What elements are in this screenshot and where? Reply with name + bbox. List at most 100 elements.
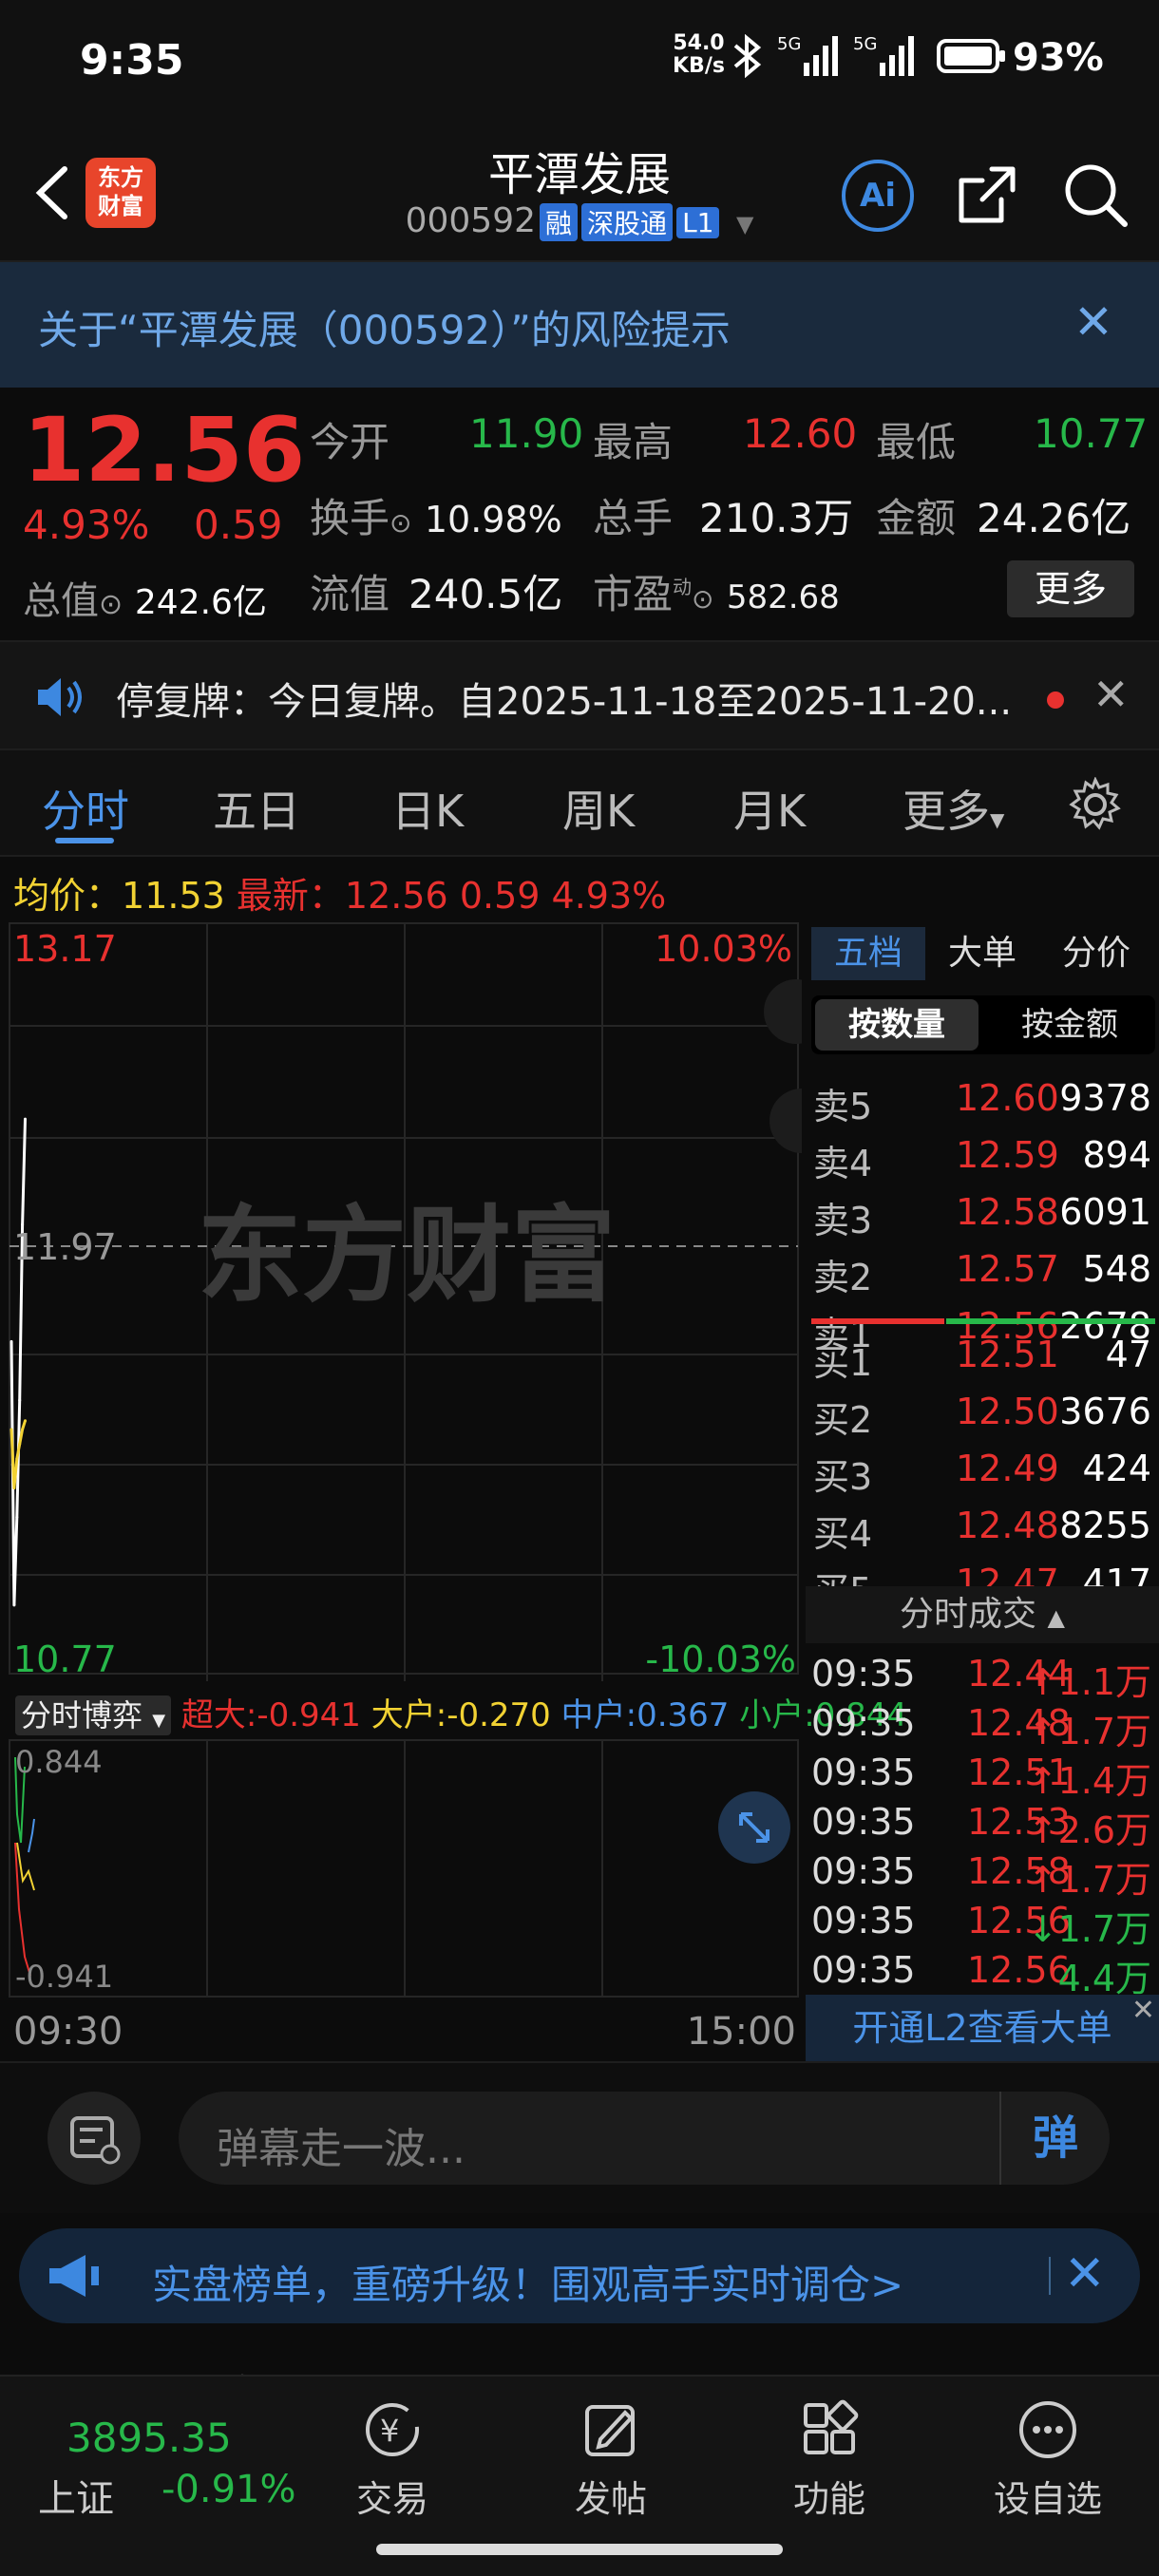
trades-header[interactable]: 分时成交 ▲ [806,1586,1159,1643]
flow-legend: 分时博弈 ▼ 超大:-0.941 大户:-0.270 中户:0.367 小户:0… [15,1689,907,1735]
danmaku-toggle-icon[interactable] [48,2092,141,2185]
flow-small-label: 小户: [739,1696,815,1734]
capital-flow-panel: 分时博弈 ▼ 超大:-0.941 大户:-0.270 中户:0.367 小户:0… [8,1681,907,2061]
trade-volume-value: 1.7万 [1057,1859,1151,1901]
bid-price: 12.49 [956,1448,1059,1489]
flow-xl-value: -0.941 [256,1696,361,1734]
flow-chart[interactable]: 0.844 -0.941 09:30 15:00 [8,1738,802,2061]
chart-control-dot [770,1089,834,1153]
turnover-value: 10.98% [424,499,562,540]
bid-row[interactable]: 买2 12.50 3676 [811,1391,1155,1441]
risk-warning-text[interactable]: 关于“平潭发展（000592）”的风险提示 [38,298,731,356]
index-percent: -0.91% [162,2468,296,2511]
notice-text[interactable]: 停复牌：今日复牌。自2025-11-18至2025-11-20... [116,671,1012,726]
tab-monthly-k[interactable]: 月K [733,777,806,840]
latest-percent: 4.93% [551,875,667,917]
bid-row[interactable]: 买4 12.48 8255 [811,1505,1155,1555]
close-icon[interactable]: ✕ [1092,671,1130,718]
trade-row: 09:35 12.53 ↑2.6万 [811,1801,1155,1851]
volume-value: 210.3万 [699,495,854,541]
ask-price: 12.58 [956,1191,1059,1233]
avg-point [24,1419,27,1423]
ask-row[interactable]: 卖4 12.59 894 [811,1134,1155,1184]
tab-order-book[interactable]: 五档 [811,927,925,980]
nav-post[interactable]: 发帖 [540,2399,682,2522]
quote-panel: 12.56 4.93% 0.59 总值⊙ 242.6亿 今开 11.90 最高 … [0,388,1159,640]
nav-add-watchlist[interactable]: 设自选 [977,2399,1119,2522]
bid-label: 买2 [813,1399,873,1441]
danmaku-input[interactable]: 弹幕走一波... 弹 [179,2092,1110,2185]
close-icon[interactable]: ✕ [1064,2247,1106,2301]
tab-five-day[interactable]: 五日 [213,777,300,840]
info-icon: ⊙ [99,588,124,621]
ai-assistant-icon[interactable]: Ai [842,160,914,232]
amount-value: 24.26亿 [977,495,1131,541]
tab-daily-k[interactable]: 日K [391,777,464,840]
nav-functions[interactable]: 功能 [758,2399,901,2522]
nav-trade-label: 交易 [355,2478,428,2520]
tab-weekly-k[interactable]: 周K [562,777,635,840]
notice-bar[interactable]: 停复牌：今日复牌。自2025-11-18至2025-11-20... ✕ [0,640,1159,750]
bid-price: 12.48 [956,1505,1059,1546]
pe-value: 582.68 [726,578,840,616]
trade-volume: ↓1.7万 [1028,1900,1151,1952]
stock-header: 东方财富 平潭发展 000592 融深股通 L1 ▼ Ai [0,123,1159,262]
trade-direction: ↑ [1027,1760,1058,1802]
tab-price-dist[interactable]: 分价 [1049,927,1144,980]
tab-big-orders[interactable]: 大单 [935,927,1030,980]
tab-more[interactable]: 更多▼ [902,777,1004,840]
network-speed-value: 54.0 [673,31,725,55]
l2-text[interactable]: 开通L2查看大单 [852,2007,1112,2049]
intraday-chart[interactable]: 东方财富 13.17 10.03% 11.97 10.77 -10.03% [8,921,834,1681]
trade-volume: ↑1.7万 [1028,1850,1151,1903]
price-point [12,1603,16,1607]
ask-row[interactable]: 卖3 12.58 6091 [811,1191,1155,1241]
close-icon[interactable]: ✕ [1131,1978,1155,2044]
flow-top-value: 0.844 [15,1744,103,1780]
chart-canvas[interactable]: 东方财富 13.17 10.03% 11.97 10.77 -10.03% [8,921,834,1681]
megaphone-icon [49,2255,99,2297]
grid-icon [804,2399,859,2454]
status-icons: 5G 5G [732,32,1007,80]
promo-text[interactable]: 实盘榜单，重磅升级！围观高手实时调仓> [152,2253,903,2311]
search-icon[interactable] [1062,161,1129,228]
nav-trade[interactable]: ¥ 交易 [321,2399,464,2522]
trade-direction: ↑ [1027,1809,1058,1851]
promo-banner[interactable]: 实盘榜单，重磅升级！围观高手实时调仓> ✕ [19,2228,1140,2323]
tab-intraday[interactable]: 分时 [42,777,129,840]
trade-volume-value: 1.7万 [1057,1908,1151,1950]
ask-price: 12.60 [956,1077,1059,1119]
index-value: 3895.35 [66,2415,232,2461]
index-ticker[interactable]: 3895.35 上证 -0.91% [38,2415,296,2538]
chart-control-dot [764,979,828,1044]
l2-banner[interactable]: 开通L2查看大单 ✕ [806,1994,1159,2061]
mode-by-quantity[interactable]: 按数量 [815,999,978,1051]
more-button[interactable]: 更多 [1007,560,1134,617]
ask-row[interactable]: 卖2 12.57 548 [811,1248,1155,1298]
ask-price: 12.59 [956,1134,1059,1176]
trade-volume-value: 2.6万 [1057,1809,1151,1851]
trade-row: 09:35 12.51 ↑1.4万 [811,1752,1155,1802]
flow-large-label: 大户: [370,1696,447,1734]
flow-selector[interactable]: 分时博弈 ▼ [15,1695,172,1735]
bid-ratio [946,1318,1155,1324]
share-icon[interactable] [954,161,1020,228]
gear-icon[interactable] [1068,777,1123,832]
bid-row[interactable]: 买3 12.49 424 [811,1448,1155,1498]
open-value: 11.90 [469,410,584,457]
battery-percent: 93% [1013,36,1104,80]
bid-price: 12.50 [956,1391,1059,1432]
close-icon[interactable]: ✕ [1074,298,1113,346]
ask-row[interactable]: 卖5 12.60 9378 [811,1077,1155,1127]
bid-row[interactable]: 买1 12.51 47 [811,1334,1155,1384]
mode-by-amount[interactable]: 按金额 [988,999,1151,1051]
trade-row: 09:35 12.58 ↑1.7万 [811,1850,1155,1903]
trade-time: 09:35 [811,1702,916,1744]
trade-volume: ↑1.1万 [1028,1653,1151,1705]
flow-medium-line [28,1818,35,1853]
risk-warning-banner[interactable]: 关于“平潭发展（000592）”的风险提示 ✕ [0,262,1159,388]
danmaku-send-button[interactable]: 弹 [999,2092,1110,2185]
trade-volume: ↑1.7万 [1028,1702,1151,1754]
active-tab-indicator [55,838,114,843]
time-start: 09:30 [13,2010,123,2054]
